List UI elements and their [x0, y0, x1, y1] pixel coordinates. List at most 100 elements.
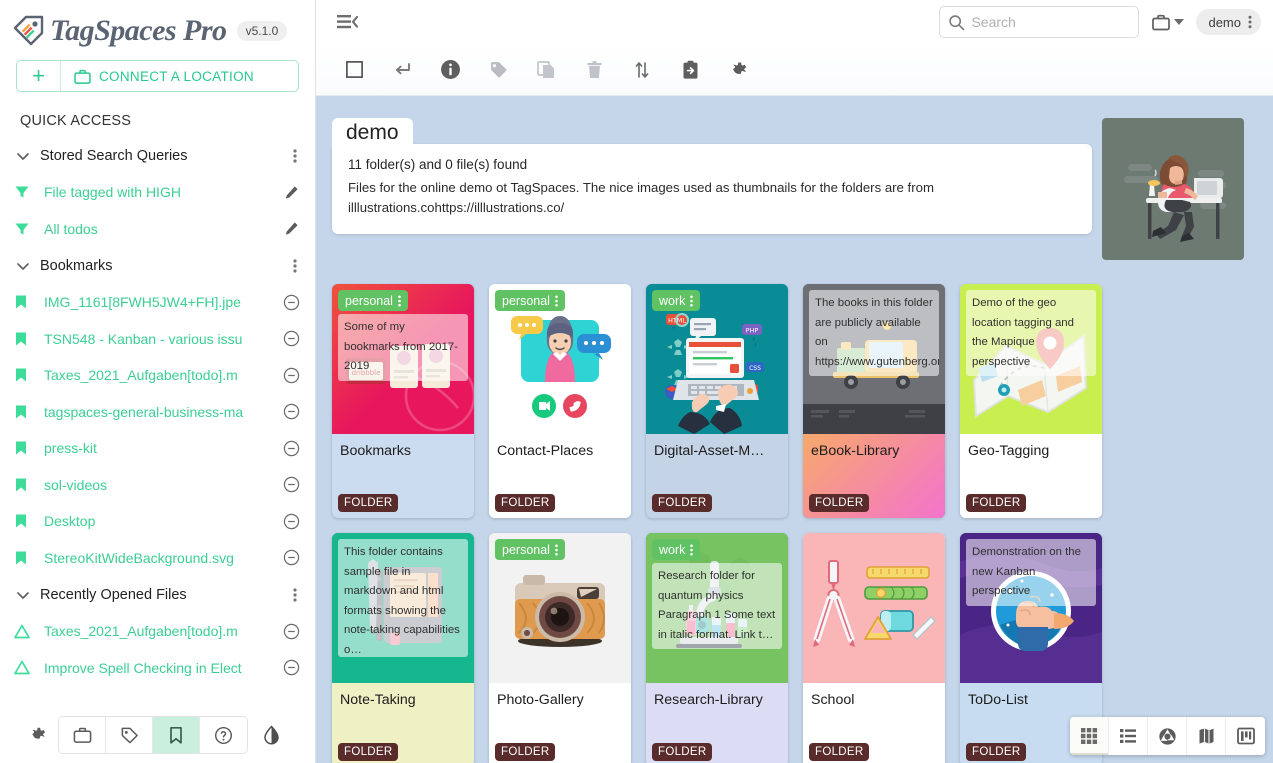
- folder-description-panel: demo 11 folder(s) and 0 file(s) found Fi…: [332, 118, 1092, 234]
- card-footer: School FOLDER: [803, 683, 945, 763]
- search-input[interactable]: [971, 14, 1131, 30]
- dots-vertical-icon[interactable]: [1243, 14, 1257, 30]
- remove-icon[interactable]: [277, 623, 305, 640]
- grid-perspective-button[interactable]: [1070, 717, 1109, 755]
- perspective-switcher: [1070, 717, 1265, 755]
- remove-icon[interactable]: [277, 659, 305, 676]
- kanban-perspective-button[interactable]: [1226, 717, 1265, 755]
- bookmark-item[interactable]: tagspaces-general-business-ma: [0, 394, 315, 431]
- remove-icon[interactable]: [277, 294, 305, 311]
- dots-vertical-icon[interactable]: [685, 544, 698, 556]
- trash-icon: [585, 60, 604, 80]
- card-artwork: personal: [489, 533, 631, 683]
- card-artwork: work Research folder for quantum physics…: [646, 533, 788, 683]
- edit-icon[interactable]: [277, 221, 305, 236]
- bookmark-item[interactable]: press-kit: [0, 430, 315, 467]
- chevron-down-icon[interactable]: [1174, 19, 1185, 25]
- navigate-parent-button[interactable]: [380, 50, 424, 90]
- search-icon: [948, 14, 965, 31]
- gallery-perspective-button[interactable]: [1148, 717, 1187, 755]
- folder-card[interactable]: School FOLDER: [803, 533, 945, 763]
- group-label: Stored Search Queries: [40, 147, 188, 164]
- remove-icon[interactable]: [277, 513, 305, 530]
- chevron-down-icon[interactable]: [12, 148, 34, 164]
- sidebar-item-bookmarks[interactable]: [153, 717, 200, 753]
- move-export-button[interactable]: [668, 50, 712, 90]
- folder-card[interactable]: work Research folder for quantum physics…: [646, 533, 788, 763]
- folder-card[interactable]: Demo of the geo location tagging and the…: [960, 284, 1102, 518]
- dots-vertical-icon[interactable]: [285, 258, 305, 274]
- remove-icon[interactable]: [277, 476, 305, 493]
- chevron-down-icon[interactable]: [12, 258, 34, 274]
- item-label: Improve Spell Checking in Elect: [44, 659, 242, 676]
- location-selector-button[interactable]: [1151, 13, 1185, 32]
- file-properties-button[interactable]: [428, 50, 472, 90]
- sidebar-item-help[interactable]: [200, 717, 247, 753]
- search-box[interactable]: [939, 6, 1140, 38]
- remove-icon[interactable]: [277, 403, 305, 420]
- app-window: TagSpaces Pro v5.1.0 + CONNECT A LOCATIO…: [0, 0, 1273, 763]
- add-tags-button[interactable]: [476, 50, 520, 90]
- search-query-item-all-todos[interactable]: All todos: [0, 211, 315, 248]
- bookmark-item[interactable]: Desktop: [0, 503, 315, 540]
- edit-icon[interactable]: [277, 185, 305, 200]
- delete-button[interactable]: [572, 50, 616, 90]
- list-perspective-button[interactable]: [1109, 717, 1148, 755]
- sort-button[interactable]: [620, 50, 664, 90]
- tag-chip[interactable]: work: [652, 290, 701, 311]
- version-badge: v5.1.0: [236, 21, 288, 41]
- settings-button[interactable]: [716, 50, 760, 90]
- tag-chip[interactable]: work: [652, 539, 701, 560]
- search-query-item-file-tagged-with-high[interactable]: File tagged with HIGH: [0, 174, 315, 211]
- dots-vertical-icon[interactable]: [550, 544, 563, 556]
- dots-vertical-icon[interactable]: [685, 295, 698, 307]
- dots-vertical-icon[interactable]: [393, 295, 406, 307]
- tag-icon: [488, 59, 509, 80]
- tag-chip[interactable]: personal: [495, 290, 565, 311]
- bookmark-item[interactable]: IMG_1161[8FWH5JW4+FH].jpe: [0, 284, 315, 321]
- group-bookmarks[interactable]: Bookmarks: [0, 247, 315, 284]
- group-recently-opened-files[interactable]: Recently Opened Files: [0, 576, 315, 613]
- group-label: Recently Opened Files: [40, 586, 187, 603]
- group-stored-search-queries[interactable]: Stored Search Queries: [0, 137, 315, 174]
- brand-name: TagSpaces Pro: [50, 14, 227, 47]
- contrast-icon[interactable]: [248, 725, 294, 745]
- remove-icon[interactable]: [277, 549, 305, 566]
- bookmark-item[interactable]: StereoKitWideBackground.svg: [0, 540, 315, 577]
- remove-icon[interactable]: [277, 330, 305, 347]
- tag-chip[interactable]: personal: [495, 539, 565, 560]
- remove-icon[interactable]: [277, 440, 305, 457]
- hamburger-collapse-icon[interactable]: [330, 5, 364, 39]
- bookmark-item[interactable]: TSN548 - Kanban - various issu: [0, 321, 315, 358]
- bookmark-item[interactable]: sol-videos: [0, 467, 315, 504]
- folder-thumbnail: [1102, 118, 1244, 260]
- sidebar-item-tag-library[interactable]: [106, 717, 153, 753]
- folder-card[interactable]: dribbble personal: [332, 284, 474, 518]
- svg-text:CSS: CSS: [749, 365, 761, 372]
- current-location-chip[interactable]: demo: [1196, 9, 1261, 35]
- tag-label: personal: [502, 542, 550, 557]
- folder-card[interactable]: HTML PHP CSS SQL: [646, 284, 788, 518]
- folder-card[interactable]: personal Contact-Places FOLDER: [489, 284, 631, 518]
- add-location-plus-icon[interactable]: +: [17, 61, 61, 91]
- dots-vertical-icon[interactable]: [285, 587, 305, 603]
- bookmark-item[interactable]: Taxes_2021_Aufgaben[todo].m: [0, 357, 315, 394]
- folder-card[interactable]: This folder contains sample file in mark…: [332, 533, 474, 763]
- select-all-button[interactable]: [332, 50, 376, 90]
- folder-card[interactable]: personal Photo-Gallery FOLDER: [489, 533, 631, 763]
- dots-vertical-icon[interactable]: [550, 295, 563, 307]
- map-perspective-button[interactable]: [1187, 717, 1226, 755]
- sidebar-item-locations[interactable]: [59, 717, 106, 753]
- chevron-down-icon[interactable]: [12, 587, 34, 603]
- connect-location-button[interactable]: + CONNECT A LOCATION: [16, 60, 299, 92]
- recent-file-item[interactable]: Taxes_2021_Aufgaben[todo].m: [0, 613, 315, 650]
- dots-vertical-icon[interactable]: [285, 148, 305, 164]
- recent-file-item[interactable]: Improve Spell Checking in Elect: [0, 650, 315, 687]
- gear-icon[interactable]: [16, 725, 58, 745]
- remove-icon[interactable]: [277, 367, 305, 384]
- card-artwork: This folder contains sample file in mark…: [332, 533, 474, 683]
- folder-card[interactable]: The books in this folder are publicly av…: [803, 284, 945, 518]
- tag-chip[interactable]: personal: [338, 290, 408, 311]
- copy-button[interactable]: [524, 50, 568, 90]
- entry-type-badge: FOLDER: [809, 494, 870, 512]
